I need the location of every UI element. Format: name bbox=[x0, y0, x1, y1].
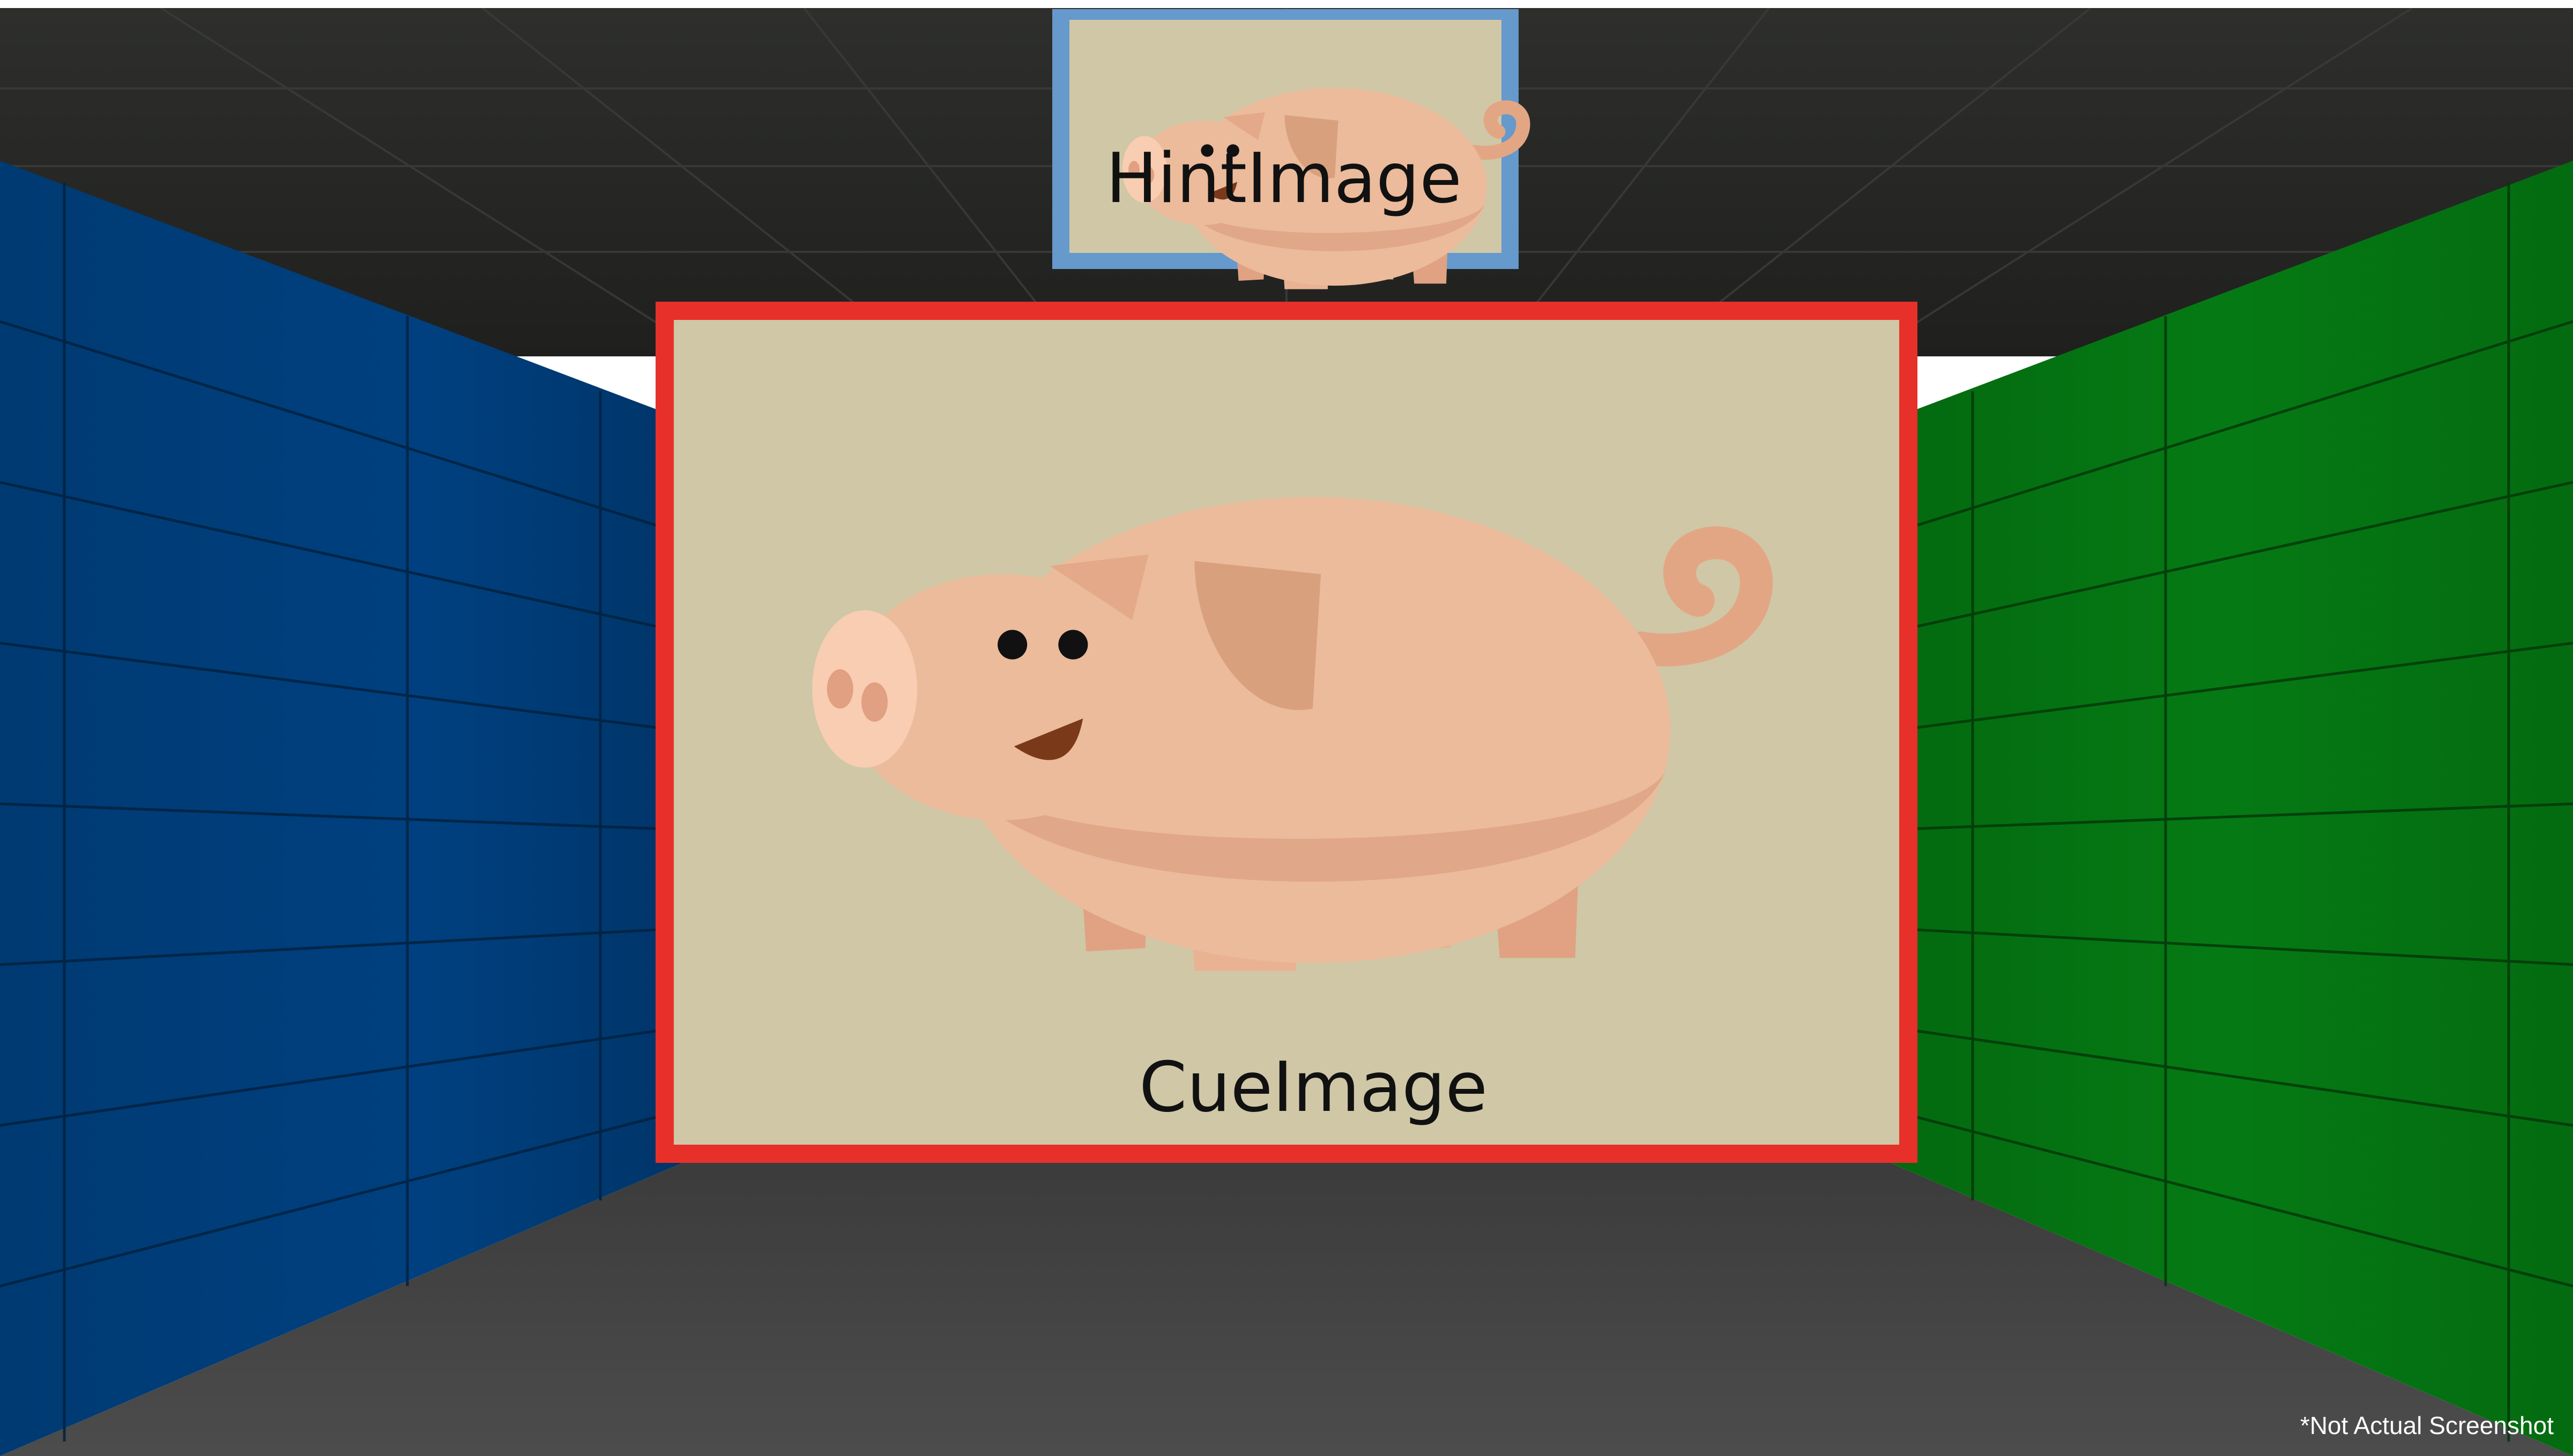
disclaimer-text: *Not Actual Screenshot bbox=[2300, 1412, 2554, 1439]
cue-image-panel bbox=[656, 302, 1917, 1163]
hint-image-label: HintImage bbox=[1106, 139, 1462, 219]
cue-image-label: CueImage bbox=[1139, 1048, 1488, 1128]
